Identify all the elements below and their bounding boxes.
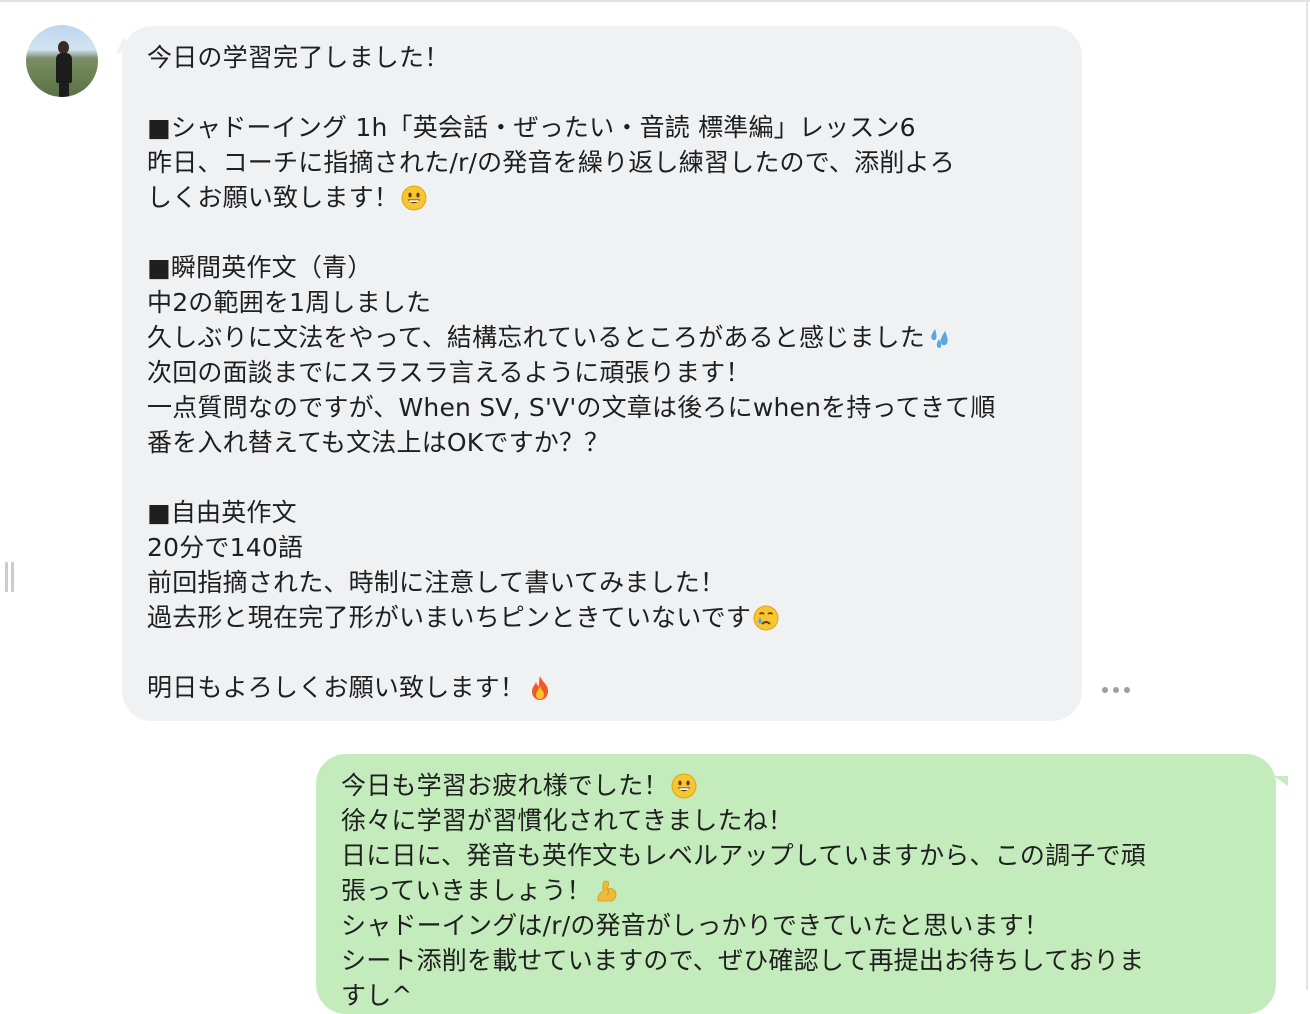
incoming_message-line-text: 次回の面談までにスラスラ言えるように頑張ります！ [147, 358, 751, 387]
incoming_message-line: 昨日、コーチに指摘された/r/の発音を繰り返し練習したので、添削よろ [147, 145, 1060, 180]
more-options-icon[interactable] [1096, 680, 1136, 700]
incoming_message-line-text: 前回指摘された、時制に注意して書いてみました！ [147, 568, 726, 597]
incoming_message-line: 久しぶりに文法をやって、結構忘れているところがあると感じました [147, 320, 1060, 355]
top-divider [0, 0, 1310, 2]
incoming_message-line-text: ■自由英作文 [147, 498, 297, 527]
incoming_message-line: ■シャドーイング 1h「英会話・ぜったい・音読 標準編」レッスン6 [147, 110, 1060, 145]
resize-handle-icon[interactable] [5, 562, 17, 592]
incoming_message-line-text: 久しぶりに文法をやって、結構忘れているところがあると感じました [147, 323, 925, 352]
outgoing_message-line-text: 日に日に、発音も英作文もレベルアップしていますから、この調子で頑 [341, 841, 1146, 870]
incoming_message-line: 明日もよろしくお願い致します！ [147, 670, 1060, 705]
incoming_message-line [147, 215, 1060, 250]
incoming_message-line [147, 75, 1060, 110]
sweat-droplets-icon [927, 325, 953, 351]
outgoing_message-line-text: 張っていきましょう！ [341, 876, 592, 905]
incoming_message-line-text: 20分で140語 [147, 533, 304, 562]
incoming_message-line: 過去形と現在完了形がいまいちピンときていないです [147, 600, 1060, 635]
incoming_message-line [147, 460, 1060, 495]
incoming_message-line: 20分で140語 [147, 530, 1060, 565]
avatar-person-body [56, 53, 72, 83]
incoming_message-line: 次回の面談までにスラスラ言えるように頑張ります！ [147, 355, 1060, 390]
avatar-person-legs [59, 81, 69, 97]
incoming_message-line-text: しくお願い致します！ [147, 183, 400, 212]
outgoing_message-line-text: シャドーイングは/r/の発音がしっかりできていたと思います！ [341, 911, 1050, 940]
incoming_message-line [147, 635, 1060, 670]
incoming_message-line: 番を入れ替えても文法上はOKですか？？ [147, 425, 1060, 460]
incoming_message-line: ■瞬間英作文（青） [147, 250, 1060, 285]
flexed-biceps-icon [594, 878, 620, 904]
outgoing_message-line: 徐々に学習が習慣化されてきましたね！ [341, 803, 1254, 838]
incoming_message-line: 一点質問なのですが、When SV, S'V'の文章は後ろにwhenを持ってきて… [147, 390, 1060, 425]
outgoing_message-line-text: 今日も学習お疲れ様でした！ [341, 771, 669, 800]
outgoing_message-line-text: 徐々に学習が習慣化されてきましたね！ [341, 806, 794, 835]
incoming_message-line-text: ■シャドーイング 1h「英会話・ぜったい・音読 標準編」レッスン6 [147, 113, 916, 142]
incoming_message-line: 今日の学習完了しました！ [147, 40, 1060, 75]
outgoing_message-line: すし^ [341, 978, 1254, 1013]
incoming_message-line: ■自由英作文 [147, 495, 1060, 530]
incoming_message-line-text: 今日の学習完了しました！ [147, 43, 450, 72]
incoming_message-line: しくお願い致します！ [147, 180, 1060, 215]
outgoing_message-line: 今日も学習お疲れ様でした！ [341, 768, 1254, 803]
outgoing-message-bubble[interactable]: 今日も学習お疲れ様でした！ 徐々に学習が習慣化されてきましたね！ 日に日に、発音も英… [316, 754, 1288, 1014]
incoming_message-line-text: 中2の範囲を1周しました [147, 288, 432, 317]
incoming_message-line-text: 番を入れ替えても文法上はOKですか？？ [147, 428, 610, 457]
incoming_message-line-text: 過去形と現在完了形がいまいちピンときていないです [147, 603, 752, 632]
avatar[interactable] [26, 25, 98, 97]
incoming_message-line-text: 昨日、コーチに指摘された/r/の発音を繰り返し練習したので、添削よろ [147, 148, 955, 177]
outgoing_message-line: 張っていきましょう！ [341, 873, 1254, 908]
incoming_message-line: 中2の範囲を1周しました [147, 285, 1060, 320]
incoming-message-bubble[interactable]: 今日の学習完了しました！ ■シャドーイング 1h「英会話・ぜったい・音読 標準編」… [122, 26, 1082, 721]
grinning-face-icon [401, 185, 427, 211]
incoming_message-line-text: 明日もよろしくお願い致します！ [147, 673, 526, 702]
fire-icon [527, 675, 553, 701]
right-divider [1306, 0, 1308, 990]
incoming_message-line: 前回指摘された、時制に注意して書いてみました！ [147, 565, 1060, 600]
outgoing_message-line: 日に日に、発音も英作文もレベルアップしていますから、この調子で頑 [341, 838, 1254, 873]
outgoing_message-line-text: すし^ [341, 981, 413, 1010]
incoming_message-line-text: ■瞬間英作文（青） [147, 253, 373, 282]
outgoing_message-line-text: シート添削を載せていますので、ぜひ確認して再提出お待ちしておりま [341, 946, 1145, 975]
outgoing_message-line: シート添削を載せていますので、ぜひ確認して再提出お待ちしておりま [341, 943, 1254, 978]
incoming_message-line-text: 一点質問なのですが、When SV, S'V'の文章は後ろにwhenを持ってきて… [147, 393, 996, 422]
crying-face-icon [753, 605, 779, 631]
grinning-face-icon [671, 773, 697, 799]
outgoing_message-line: シャドーイングは/r/の発音がしっかりできていたと思います！ [341, 908, 1254, 943]
